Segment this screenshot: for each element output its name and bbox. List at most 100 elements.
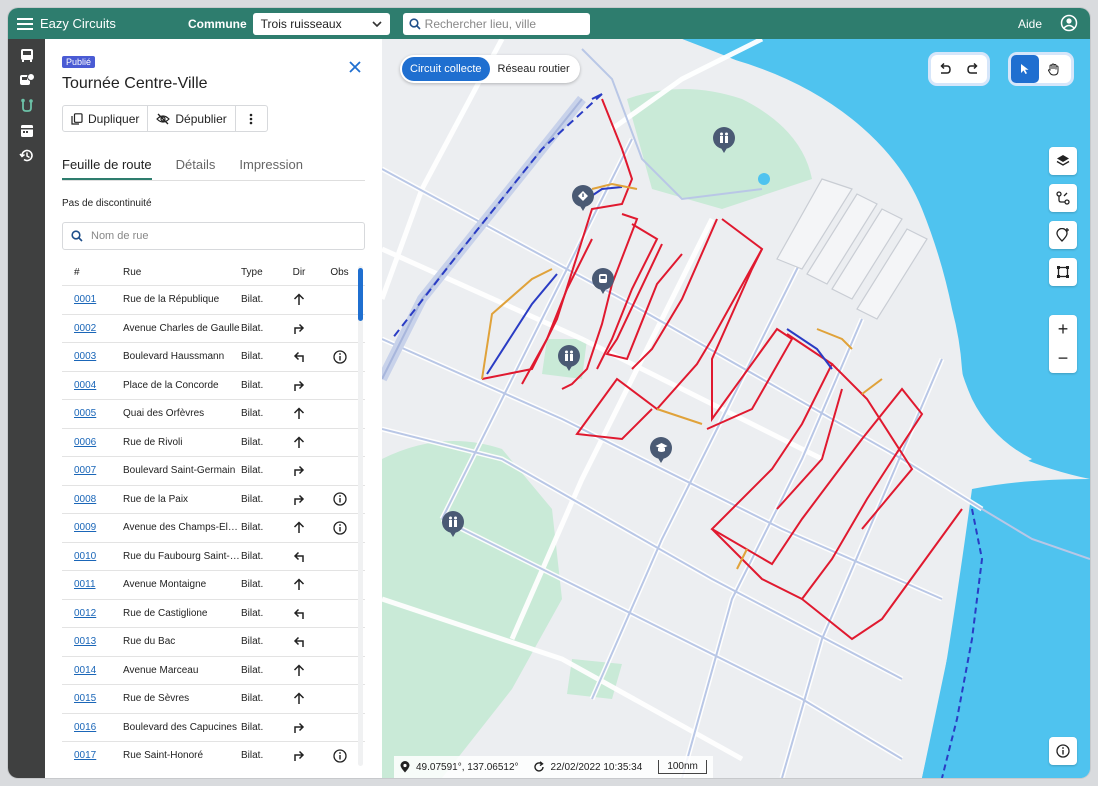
row-number-link[interactable]: 0015 [62,693,123,704]
school-poi-icon[interactable] [650,437,672,463]
bus-icon[interactable] [8,43,45,68]
row-number-link[interactable]: 0002 [62,323,123,334]
row-number-link[interactable]: 0007 [62,465,123,476]
close-button[interactable] [345,57,365,77]
table-row[interactable]: 0016 Boulevard des Capucines Bilat. [62,712,365,742]
row-number-link[interactable]: 0010 [62,551,123,562]
row-number-link[interactable]: 0017 [62,750,123,761]
help-link[interactable]: Aide [1018,17,1042,31]
direction-right-arrow-icon [286,464,326,477]
table-row[interactable]: 0001 Rue de la République Bilat. [62,285,365,314]
column-direction[interactable]: Dir [286,267,326,278]
row-number-link[interactable]: 0008 [62,494,123,505]
map-info-button[interactable] [1049,737,1077,765]
row-number-link[interactable]: 0003 [62,351,123,362]
row-number-link[interactable]: 0001 [62,294,123,305]
table-row[interactable]: 0010Rue du Faubourg Saint-HonoréBilat. [62,541,365,571]
duplicate-button[interactable]: Dupliquer [63,106,149,131]
table-row[interactable]: 0006 Rue de Rivoli Bilat. [62,427,365,457]
tab-details[interactable]: Détails [176,157,216,180]
map-canvas[interactable] [382,39,1090,778]
warning-poi-icon[interactable] [572,185,594,211]
direction-right-arrow-icon [286,749,326,762]
table-row[interactable]: 0012 Rue de Castiglione Bilat. [62,598,365,628]
zoom-out-button[interactable]: − [1049,344,1077,373]
table-row[interactable]: 0004 Place de la Concorde Bilat. [62,370,365,400]
scrollbar-track[interactable] [358,266,363,766]
map-scale: 100nm [658,760,707,774]
table-row[interactable]: 0011 Avenue Montaigne Bilat. [62,570,365,599]
scrollbar-thumb[interactable] [358,268,363,321]
select-mode-button[interactable] [1011,55,1039,83]
row-street-name: Rue Saint-Honoré [123,750,204,762]
table-row[interactable]: 0005 Quai des Orfèvres Bilat. [62,399,365,428]
row-number-link[interactable]: 0009 [62,522,123,533]
row-type: Bilat. [241,664,264,676]
row-type: Bilat. [241,550,264,562]
row-number-link[interactable]: 0014 [62,665,123,676]
row-type: Bilat. [241,322,264,334]
bus-schedule-icon[interactable] [8,68,45,93]
direction-left-arrow-icon [286,550,326,563]
table-row[interactable]: 0009 Avenue des Champs-Élysées Bilat. [62,513,365,542]
row-number-link[interactable]: 0011 [62,579,123,590]
table-row[interactable]: 0013 Rue du Bac Bilat. [62,627,365,656]
table-row[interactable]: 0017 Rue Saint-Honoré Bilat. [62,741,365,770]
row-number-link[interactable]: 0016 [62,722,123,733]
map-view[interactable]: Circuit collecte Réseau routier + − 49.0… [382,39,1090,778]
calendar-icon[interactable] [8,118,45,143]
top-bar: Eazy Circuits Commune Trois ruisseaux Re… [8,8,1090,39]
table-row[interactable]: 0007 Boulevard Saint-Germain Bilat. [62,456,365,485]
table-row[interactable]: 0014 Avenue Marceau Bilat. [62,655,365,685]
row-type: Bilat. [241,408,264,420]
pan-mode-button[interactable] [1039,55,1067,83]
route-edit-button[interactable] [1049,184,1077,212]
table-row[interactable]: 0008 Rue de la Paix Bilat. [62,484,365,514]
table-row[interactable]: 0002 Avenue Charles de Gaulle Bilat. [62,313,365,343]
route-icon[interactable] [8,93,45,118]
area-select-button[interactable] [1049,258,1077,286]
commune-select[interactable]: Trois ruisseaux [252,12,390,35]
row-number-link[interactable]: 0006 [62,437,123,448]
row-number-link[interactable]: 0013 [62,636,123,647]
direction-right-arrow-icon [286,322,326,335]
tab-feuille-de-route[interactable]: Feuille de route [62,157,152,180]
location-search-input[interactable]: Rechercher lieu, ville [402,12,590,35]
redo-button[interactable] [959,55,987,83]
bus-stop-poi-icon[interactable] [592,268,614,294]
layers-button[interactable] [1049,147,1077,175]
coordinates-readout: 49.07591°, 137.06512° [416,761,519,773]
row-street-name: Rue de Castiglione [123,607,208,619]
refresh-icon[interactable] [533,761,545,773]
zoom-in-button[interactable]: + [1049,315,1077,344]
more-options-button[interactable] [236,106,267,131]
row-number-link[interactable]: 0004 [62,380,123,391]
row-number-link[interactable]: 0005 [62,408,123,419]
unpublish-button[interactable]: Dépublier [148,106,236,131]
discontinuity-status: Pas de discontinuité [62,198,152,209]
route-sheet-table: # Rue Type Dir Obs 0001 Rue de la Républi… [62,259,365,770]
table-row[interactable]: 0003 Boulevard Haussmann Bilat. [62,342,365,371]
left-navigation-rail [8,39,45,778]
add-location-button[interactable] [1049,221,1077,249]
column-street[interactable]: Rue [123,267,241,278]
history-icon[interactable] [8,143,45,168]
restroom-poi-icon[interactable] [558,345,580,371]
table-row[interactable]: 0015 Rue de Sèvres Bilat. [62,684,365,713]
tab-impression[interactable]: Impression [239,157,303,180]
menu-button[interactable] [10,8,40,39]
restroom-poi-icon[interactable] [442,511,464,537]
table-header: # Rue Type Dir Obs [62,259,365,285]
undo-button[interactable] [931,55,959,83]
toggle-reseau-routier[interactable]: Réseau routier [490,57,578,81]
column-type[interactable]: Type [241,267,286,278]
toggle-circuit-collecte[interactable]: Circuit collecte [402,57,490,81]
app-title: Eazy Circuits [40,16,116,31]
restroom-poi-icon[interactable] [713,127,735,153]
row-number-link[interactable]: 0012 [62,608,123,619]
column-number[interactable]: # [62,267,123,278]
route-panel: Publié Tournée Centre-Ville Dupliquer Dé… [45,39,382,778]
user-account-icon[interactable] [1060,14,1078,37]
street-filter-input[interactable]: Nom de rue [62,222,365,250]
direction-right-arrow-icon [286,493,326,506]
